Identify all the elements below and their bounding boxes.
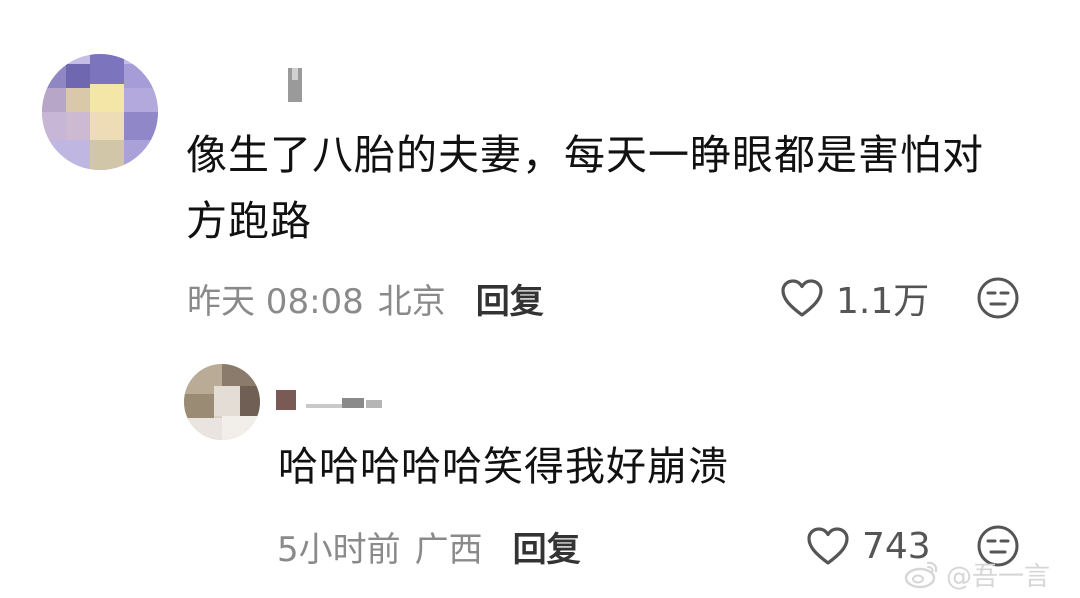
heart-outline-icon (807, 527, 849, 565)
meh-face-icon (977, 277, 1019, 319)
username-mosaic (276, 390, 382, 410)
like-button[interactable]: 1.1万 (780, 274, 929, 322)
watermark: @吾一言 (904, 556, 1050, 592)
dislike-button[interactable] (976, 276, 1020, 320)
weibo-logo-icon (904, 561, 938, 589)
username-mosaic (288, 68, 302, 102)
avatar[interactable] (42, 54, 158, 170)
username-redacted[interactable] (276, 378, 396, 414)
reply-button[interactable]: 回复 (476, 274, 544, 323)
reply-button[interactable]: 回复 (513, 522, 581, 571)
avatar-mosaic (42, 54, 158, 170)
comment-meta: 昨天 08:08 北京 回复 (187, 274, 544, 322)
comment-text: 哈哈哈哈哈笑得我好崩溃 (278, 444, 729, 490)
like-count: 1.1万 (836, 281, 930, 322)
comment-time: 5小时前 (277, 529, 401, 570)
username-redacted[interactable] (188, 64, 308, 104)
avatar-mosaic (184, 364, 260, 440)
comment-location: 广西 (414, 529, 483, 570)
heart-outline-icon (781, 279, 823, 317)
comment-text: 像生了八胎的夫妻，每天一睁眼都是害怕对方跑路 (186, 131, 984, 245)
avatar[interactable] (184, 364, 260, 440)
comment-location: 北京 (377, 281, 446, 322)
comment-meta: 5小时前 广西 回复 (277, 522, 581, 570)
comment-thread: 像生了八胎的夫妻，每天一睁眼都是害怕对方跑路 昨天 08:08 北京 回复 1.… (0, 0, 1080, 598)
watermark-text: @吾一言 (946, 561, 1051, 592)
comment-time: 昨天 08:08 (187, 281, 364, 322)
